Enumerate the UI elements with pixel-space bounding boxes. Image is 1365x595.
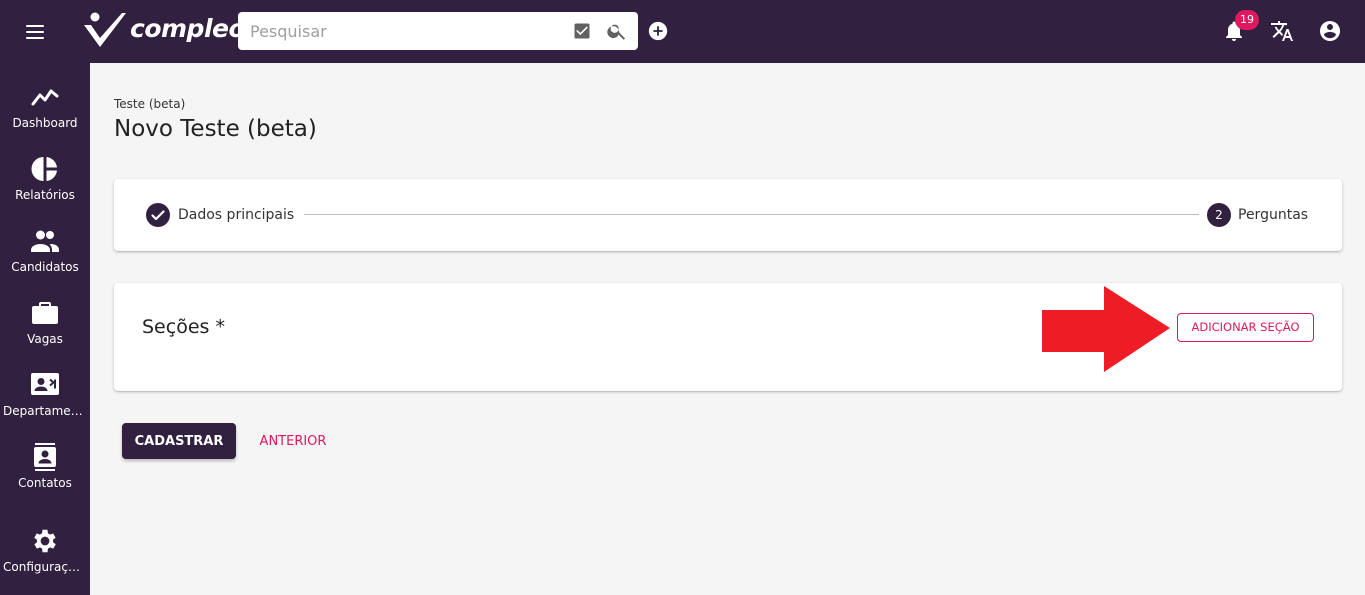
logo[interactable]: compleo	[82, 11, 246, 51]
previous-button[interactable]: ANTERIOR	[250, 423, 336, 459]
sidebar-item-configuracoes[interactable]: Configurações	[0, 526, 90, 592]
step-number-badge: 2	[1207, 203, 1231, 227]
sidebar-item-vagas[interactable]: Vagas	[0, 298, 90, 364]
page-title: Novo Teste (beta)	[114, 116, 317, 142]
translate-icon[interactable]	[1270, 19, 1294, 43]
step-done-check-icon[interactable]	[146, 203, 170, 227]
breadcrumb[interactable]: Teste (beta)	[114, 97, 185, 111]
top-app-bar: compleo 19	[0, 0, 1365, 63]
check-box-icon[interactable]	[572, 21, 592, 41]
sidebar-item-label: Vagas	[27, 332, 63, 346]
sidebar-item-label: Relatórios	[15, 188, 75, 202]
check-icon	[151, 210, 165, 221]
search-icon[interactable]	[606, 20, 628, 42]
add-circle-icon[interactable]	[647, 20, 669, 42]
add-section-button[interactable]: ADICIONAR SEÇÃO	[1177, 313, 1314, 342]
step-label-perguntas: Perguntas	[1238, 207, 1309, 223]
briefcase-icon	[32, 302, 58, 324]
sidebar-item-label: Configurações	[3, 560, 89, 574]
compleo-logo-icon	[84, 12, 126, 47]
step-connector	[304, 214, 1199, 215]
submit-button[interactable]: CADASTRAR	[122, 423, 236, 459]
search-box	[238, 12, 638, 50]
logo-text: compleo	[130, 13, 246, 43]
pie-chart-icon	[31, 157, 57, 181]
stepper: Dados principais 2 Perguntas	[114, 179, 1342, 251]
people-icon	[31, 230, 59, 252]
step-label-dados-principais[interactable]: Dados principais	[178, 207, 294, 223]
sidebar-item-label: Dashboard	[12, 116, 78, 130]
notification-badge: 19	[1235, 10, 1259, 30]
sidebar-item-dashboard[interactable]: Dashboard	[0, 82, 90, 148]
annotation-arrow-icon	[1042, 286, 1170, 372]
sidebar: Dashboard Relatórios Candidatos Vagas De…	[0, 63, 90, 595]
sidebar-item-relatorios[interactable]: Relatórios	[0, 154, 90, 220]
account-circle-icon[interactable]	[1318, 19, 1342, 43]
contacts-icon	[34, 443, 56, 471]
gear-icon	[34, 529, 56, 553]
sidebar-item-departamentos[interactable]: Departamentos	[0, 370, 90, 436]
sections-title: Seções *	[142, 316, 225, 338]
sidebar-item-label: Candidatos	[11, 260, 79, 274]
sidebar-item-candidatos[interactable]: Candidatos	[0, 226, 90, 292]
sidebar-item-label: Contatos	[18, 476, 72, 490]
contact-card-icon	[31, 373, 59, 395]
search-input[interactable]	[238, 12, 558, 50]
sidebar-item-label: Departamentos	[3, 404, 90, 418]
sidebar-item-contatos[interactable]: Contatos	[0, 442, 90, 508]
chart-line-icon	[31, 89, 59, 106]
menu-icon[interactable]	[23, 19, 49, 45]
